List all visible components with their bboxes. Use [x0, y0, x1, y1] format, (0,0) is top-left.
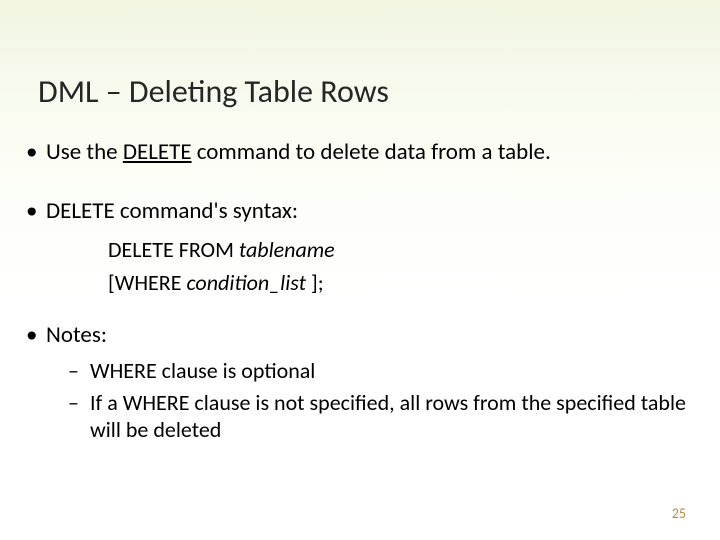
page-number: 25: [672, 505, 686, 522]
text-fragment: [WHERE: [108, 269, 186, 296]
delete-keyword: DELETE: [123, 138, 192, 166]
syntax-line-2: [WHERE condition_list ];: [108, 269, 694, 297]
text-fragment: ];: [306, 269, 324, 296]
note-item-1: WHERE clause is optional: [68, 357, 694, 385]
syntax-block: DELETE FROM tablename [WHERE condition_l…: [108, 236, 694, 297]
text-fragment: Use the: [46, 138, 123, 166]
text-fragment: DELETE FROM: [108, 236, 239, 263]
bullet-notes: Notes:: [26, 321, 694, 350]
syntax-conditionlist: condition_list: [186, 269, 306, 296]
syntax-tablename: tablename: [239, 236, 335, 263]
note-item-2: If a WHERE clause is not specified, all …: [68, 389, 694, 444]
syntax-line-1: DELETE FROM tablename: [108, 236, 694, 264]
slide-body: Use the DELETE command to delete data fr…: [26, 130, 694, 448]
text-fragment: command to delete data from a table.: [192, 138, 551, 166]
slide-title: DML – Deleting Table Rows: [38, 72, 389, 111]
bullet-syntax-intro: DELETE command's syntax:: [26, 197, 694, 226]
bullet-use-delete: Use the DELETE command to delete data fr…: [26, 138, 694, 167]
